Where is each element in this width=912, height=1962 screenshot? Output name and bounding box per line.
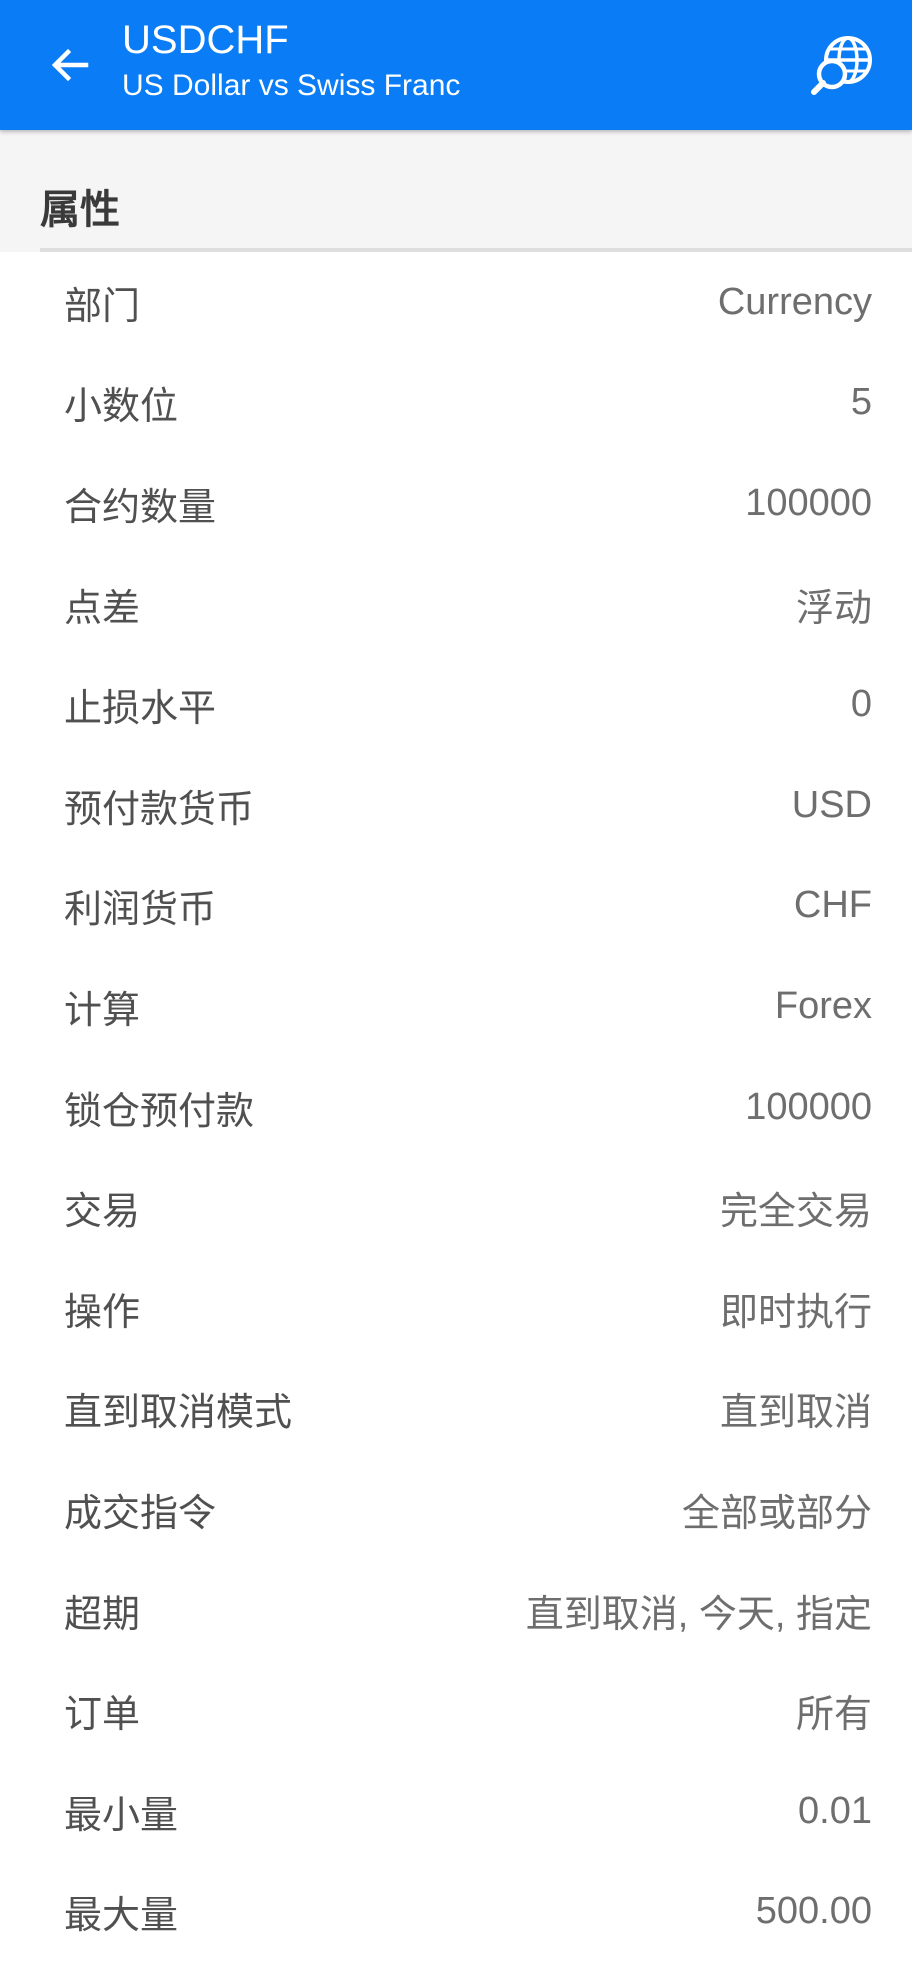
property-label: 操作 — [64, 1281, 140, 1336]
property-value: 浮动 — [796, 577, 872, 632]
property-value: 完全交易 — [720, 1180, 872, 1235]
globe-search-button[interactable] — [800, 22, 886, 108]
property-row-execution: 操作 即时执行 — [0, 1258, 912, 1359]
property-value: 500.00 — [756, 1890, 872, 1933]
property-row-contract-size: 合约数量 100000 — [0, 453, 912, 554]
app-bar: USDCHF US Dollar vs Swiss Franc — [0, 0, 912, 130]
property-label: 小数位 — [64, 375, 178, 430]
property-row-orders: 订单 所有 — [0, 1660, 912, 1761]
property-label: 点差 — [64, 577, 140, 632]
property-row-stops-level: 止损水平 0 — [0, 654, 912, 755]
property-label: 利润货币 — [64, 878, 216, 933]
property-row-filling: 成交指令 全部或部分 — [0, 1459, 912, 1560]
property-label: 锁仓预付款 — [64, 1080, 254, 1135]
property-label: 部门 — [64, 275, 140, 330]
property-label: 成交指令 — [64, 1482, 216, 1537]
title-block: USDCHF US Dollar vs Swiss Franc — [122, 16, 762, 106]
property-list: 部门 Currency 小数位 5 合约数量 100000 点差 浮动 止损水平… — [0, 252, 912, 1962]
property-row-spread: 点差 浮动 — [0, 554, 912, 655]
property-value: 所有 — [796, 1683, 872, 1738]
property-value: 100000 — [745, 1086, 872, 1129]
globe-search-icon — [810, 32, 876, 98]
property-row-department: 部门 Currency — [0, 252, 912, 353]
property-value: 0.01 — [798, 1790, 872, 1833]
property-label: 订单 — [64, 1683, 140, 1738]
property-row-maximal-volume: 最大量 500.00 — [0, 1862, 912, 1962]
property-label: 超期 — [64, 1583, 140, 1638]
property-value: 全部或部分 — [682, 1482, 872, 1537]
property-row-margin-currency: 预付款货币 USD — [0, 755, 912, 856]
property-value: 直到取消 — [720, 1381, 872, 1436]
property-label: 最小量 — [64, 1784, 178, 1839]
property-value: 即时执行 — [720, 1281, 872, 1336]
property-label: 预付款货币 — [64, 778, 254, 833]
property-value: 100000 — [745, 482, 872, 525]
section-header: 属性 — [0, 130, 912, 252]
property-row-minimal-volume: 最小量 0.01 — [0, 1761, 912, 1862]
symbol-subtitle: US Dollar vs Swiss Franc — [122, 66, 762, 106]
property-label: 最大量 — [64, 1884, 178, 1939]
property-value: USD — [792, 784, 872, 827]
property-value: 直到取消, 今天, 指定 — [526, 1583, 872, 1638]
property-value: 0 — [851, 683, 872, 726]
arrow-left-icon — [46, 41, 94, 89]
property-label: 计算 — [64, 979, 140, 1034]
property-value: Currency — [718, 281, 872, 324]
property-value: 5 — [851, 381, 872, 424]
property-label: 合约数量 — [64, 476, 216, 531]
property-value: CHF — [794, 884, 872, 927]
property-label: 交易 — [64, 1180, 140, 1235]
back-button[interactable] — [30, 25, 110, 105]
section-title: 属性 — [40, 186, 120, 234]
property-label: 止损水平 — [64, 677, 216, 732]
property-row-digits: 小数位 5 — [0, 353, 912, 454]
property-row-expiration: 超期 直到取消, 今天, 指定 — [0, 1560, 912, 1661]
property-value: Forex — [775, 985, 872, 1028]
property-row-gtc-mode: 直到取消模式 直到取消 — [0, 1359, 912, 1460]
property-row-hedged-margin: 锁仓预付款 100000 — [0, 1057, 912, 1158]
property-row-profit-currency: 利润货币 CHF — [0, 856, 912, 957]
property-row-calculation: 计算 Forex — [0, 956, 912, 1057]
property-label: 直到取消模式 — [64, 1381, 292, 1436]
symbol-title: USDCHF — [122, 16, 762, 64]
property-row-trade: 交易 完全交易 — [0, 1157, 912, 1258]
